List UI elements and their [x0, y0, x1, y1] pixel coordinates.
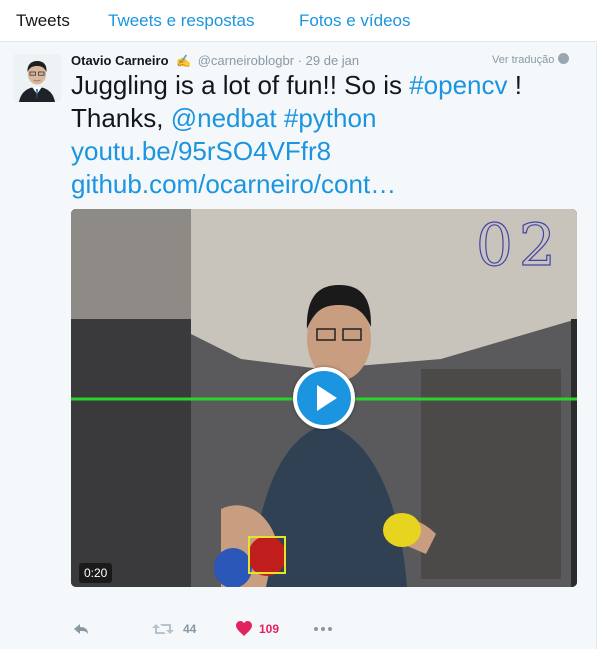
like-button[interactable]: 109 — [234, 619, 279, 639]
author-handle[interactable]: @carneiroblogbr — [198, 53, 294, 68]
reply-button[interactable] — [71, 619, 91, 639]
more-icon — [314, 627, 332, 631]
like-count: 109 — [259, 622, 280, 636]
date-separator: · — [297, 53, 303, 68]
play-button[interactable] — [293, 367, 355, 429]
video-duration: 0:20 — [79, 563, 113, 583]
mention-nedbat[interactable]: @nedbat — [171, 103, 277, 133]
translate-link[interactable]: Ver tradução — [492, 53, 570, 66]
video-player[interactable]: 02 0:20 — [71, 209, 577, 587]
hashtag-opencv[interactable]: #opencv — [409, 70, 507, 100]
globe-icon — [558, 53, 570, 64]
retweet-count: 44 — [183, 622, 197, 636]
avatar-image — [13, 54, 61, 102]
play-icon — [317, 385, 337, 411]
profile-tabs: Tweets Tweets e respostas Fotos e vídeos — [0, 0, 601, 42]
right-edge — [597, 0, 601, 649]
heart-icon — [236, 621, 252, 636]
youtube-link[interactable]: youtu.be/95rSO4VFfr8 — [71, 136, 331, 166]
tab-tweets-and-replies[interactable]: Tweets e respostas — [108, 11, 254, 31]
tweet-card[interactable]: Otavio Carneiro ✍ @carneiroblogbr · 29 d… — [0, 43, 597, 649]
tweet-text: Juggling is a lot of fun!! So is #opencv… — [71, 69, 541, 201]
translate-label[interactable]: Ver tradução — [492, 54, 554, 66]
author-name[interactable]: Otavio Carneiro — [71, 53, 169, 68]
tweet-text-part: Juggling is a lot of fun!! So is — [71, 70, 410, 100]
verified-icon: ✍ — [176, 54, 192, 68]
reply-icon — [74, 624, 88, 634]
overlay-number: 02 — [475, 210, 562, 279]
tab-tweets[interactable]: Tweets — [16, 11, 70, 31]
tab-photos-and-videos[interactable]: Fotos e vídeos — [299, 11, 411, 31]
tweet-date[interactable]: 29 de jan — [306, 53, 360, 68]
avatar[interactable] — [13, 54, 61, 102]
retweet-button[interactable]: 44 — [151, 619, 196, 639]
github-link[interactable]: github.com/ocarneiro/cont… — [71, 169, 396, 199]
hashtag-python[interactable]: #python — [284, 103, 377, 133]
retweet-icon — [152, 624, 174, 634]
more-button[interactable] — [312, 619, 334, 639]
